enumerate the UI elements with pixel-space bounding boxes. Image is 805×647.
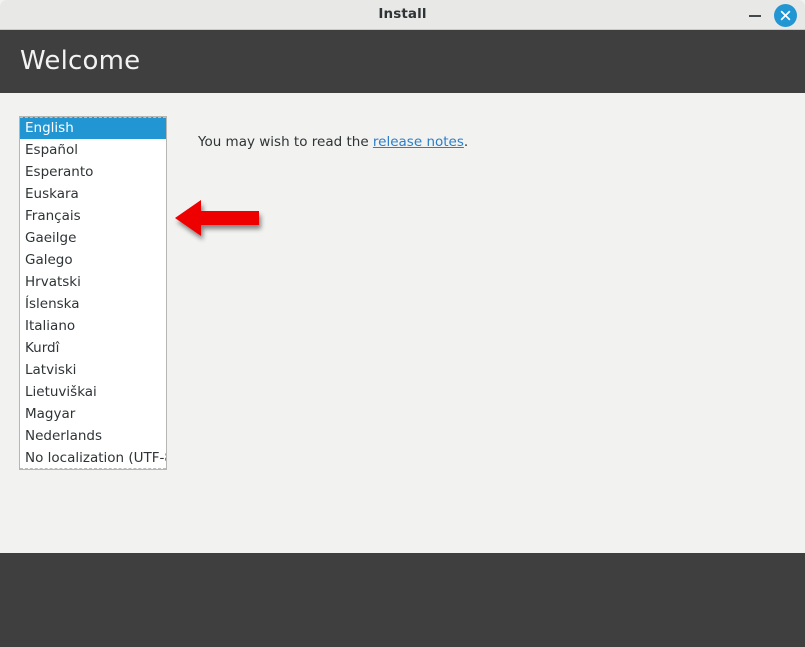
language-list-item[interactable]: Français: [20, 205, 166, 227]
language-list-item[interactable]: Galego: [20, 249, 166, 271]
language-list-item[interactable]: English: [20, 117, 166, 139]
release-notes-suffix: .: [463, 134, 469, 150]
page-title: Welcome: [20, 46, 141, 76]
language-list-item[interactable]: Esperanto: [20, 161, 166, 183]
left-arrow-annotation: [170, 196, 266, 244]
content-area: English Español Esperanto Euskara Français Ga…: [0, 93, 805, 627]
page-header: Welcome: [0, 30, 805, 93]
install-window: Install Welcome English Español Esperanto E…: [0, 0, 805, 647]
language-listbox[interactable]: English Español Esperanto Euskara Français Ga…: [19, 116, 167, 470]
release-notes-text: You may wish to read the release notes.: [198, 134, 468, 150]
minimize-button[interactable]: [747, 7, 763, 23]
language-list-item[interactable]: Nederlands: [20, 425, 166, 447]
close-button[interactable]: [774, 4, 797, 27]
footer: [0, 553, 805, 647]
language-list-item[interactable]: Gaeilge: [20, 227, 166, 249]
language-list-item[interactable]: Italiano: [20, 315, 166, 337]
release-notes-prefix: You may wish to read the: [198, 134, 373, 150]
window-title: Install: [378, 6, 427, 22]
language-list-item[interactable]: No localization (UTF-8): [20, 447, 166, 469]
language-list-item[interactable]: Íslenska: [20, 293, 166, 315]
language-list-item[interactable]: Hrvatski: [20, 271, 166, 293]
titlebar: Install: [0, 0, 805, 30]
language-list-item[interactable]: Lietuviškai: [20, 381, 166, 403]
language-list-item[interactable]: Latviski: [20, 359, 166, 381]
close-icon: [780, 10, 791, 21]
language-list-item[interactable]: Euskara: [20, 183, 166, 205]
language-list-item[interactable]: Kurdî: [20, 337, 166, 359]
language-list-item[interactable]: Magyar: [20, 403, 166, 425]
language-list-item[interactable]: Español: [20, 139, 166, 161]
release-notes-link[interactable]: release notes: [373, 134, 464, 150]
